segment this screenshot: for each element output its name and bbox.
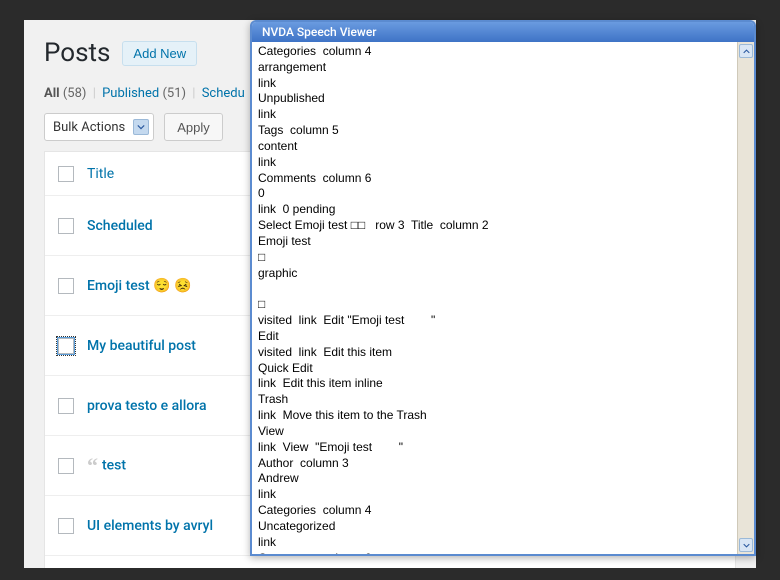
row-checkbox-cell xyxy=(45,518,87,534)
filter-scheduled[interactable]: Schedu xyxy=(202,86,245,101)
row-checkbox[interactable] xyxy=(58,518,74,534)
nvda-speech-log: Categories column 4 arrangement link Unp… xyxy=(252,42,737,554)
filter-published-count: (51) xyxy=(162,86,186,101)
chevron-down-icon xyxy=(133,119,149,135)
table-row: test ticket 29963 border bottom xyxy=(45,556,735,568)
row-checkbox-cell xyxy=(45,218,87,234)
nvda-body: Categories column 4 arrangement link Unp… xyxy=(252,42,754,554)
quote-format-icon: “ xyxy=(87,453,98,478)
row-checkbox-cell xyxy=(45,398,87,414)
select-all-checkbox[interactable] xyxy=(58,166,74,182)
row-checkbox[interactable] xyxy=(58,278,74,294)
row-checkbox[interactable] xyxy=(58,338,74,354)
filter-all[interactable]: All xyxy=(44,86,60,101)
scroll-up-icon[interactable] xyxy=(739,44,753,58)
row-checkbox-cell xyxy=(45,338,87,354)
nvda-scrollbar[interactable] xyxy=(737,42,754,554)
bulk-actions-label: Bulk Actions xyxy=(53,120,125,135)
apply-button[interactable]: Apply xyxy=(164,113,223,141)
row-checkbox-cell xyxy=(45,278,87,294)
nvda-window-title: NVDA Speech Viewer xyxy=(252,22,754,42)
filter-published[interactable]: Published xyxy=(102,86,159,101)
page-title: Posts xyxy=(44,38,110,68)
add-new-button[interactable]: Add New xyxy=(122,41,197,66)
filter-all-count: (58) xyxy=(63,86,87,101)
scroll-down-icon[interactable] xyxy=(739,538,753,552)
row-checkbox[interactable] xyxy=(58,398,74,414)
bulk-actions-select[interactable]: Bulk Actions xyxy=(44,113,154,141)
row-checkbox-cell xyxy=(45,458,87,474)
select-all-cell xyxy=(45,166,87,182)
nvda-speech-viewer-window: NVDA Speech Viewer Categories column 4 a… xyxy=(250,20,756,556)
row-checkbox[interactable] xyxy=(58,218,74,234)
row-checkbox[interactable] xyxy=(58,458,74,474)
